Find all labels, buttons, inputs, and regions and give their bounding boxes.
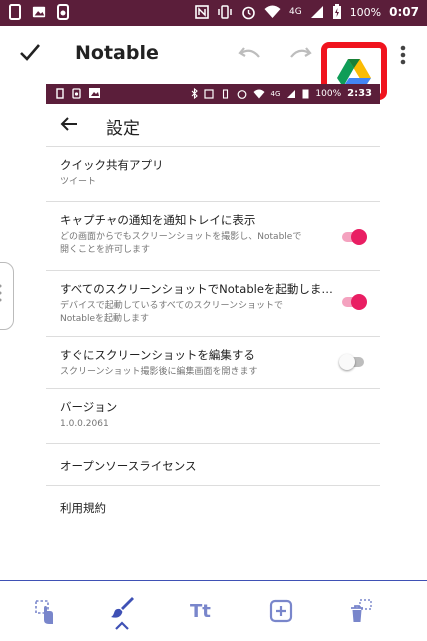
clock: 0:07 — [389, 5, 419, 19]
bottom-toolbar: Tt — [0, 580, 427, 641]
settings-item-launch-on-all-screenshots: すべてのスクリーンショットでNotableを起動しま… デバイスで起動しているす… — [46, 270, 380, 336]
image-icon — [32, 6, 46, 18]
settings-item-version: バージョン 1.0.0.2061 — [46, 388, 380, 443]
settings-item-quick-share: クイック共有アプリ ツイート — [46, 146, 380, 201]
settings-list: クイック共有アプリ ツイート キャプチャの通知を通知トレイに表示 どの画面からで… — [46, 146, 380, 527]
bluetooth-icon — [191, 88, 198, 99]
redo-icon[interactable] — [288, 44, 312, 64]
alarm-icon — [237, 89, 246, 99]
item-subtitle: デバイスで起動しているすべてのスクリーンショットで Notableを起動します — [60, 300, 366, 326]
crop-select-icon[interactable] — [34, 599, 58, 625]
network-type: 4G — [270, 89, 281, 98]
chevron-up-icon — [115, 621, 129, 630]
delete-icon[interactable] — [350, 599, 372, 623]
item-title: すべてのスクリーンショットでNotableを起動しま… — [60, 282, 333, 296]
capture-notification-toggle[interactable] — [342, 229, 367, 245]
item-subtitle: どの画面からでもスクリーンショットを撮影し、Notableで 開くことを許可します — [60, 231, 366, 257]
signal-icon — [287, 89, 296, 98]
nfc-icon — [203, 88, 214, 99]
crop-handle-left[interactable] — [0, 262, 14, 330]
signal-icon — [310, 6, 323, 18]
item-title: バージョン — [60, 400, 118, 414]
phone-icon — [56, 88, 64, 99]
settings-item-open-source-licenses: オープンソースライセンス — [46, 443, 380, 485]
launch-on-all-screenshots-toggle[interactable] — [342, 294, 367, 310]
settings-app-bar: 設定 — [46, 104, 380, 148]
subtitle-line-2: 開くことを許可します — [60, 245, 151, 255]
item-subtitle: ツイート — [60, 177, 97, 187]
item-title: すぐにスクリーンショットを編集する — [60, 348, 255, 362]
status-bar: 4G 100% 0:07 — [0, 0, 427, 26]
usb-icon — [72, 88, 81, 99]
check-icon[interactable] — [18, 40, 42, 64]
toggle-knob — [351, 229, 367, 245]
screenshot-preview: 4G 100% 2:33 設定 クイック共有アプリ ツイート キャプチャの通知を… — [46, 84, 380, 568]
battery-percent: 100% — [315, 88, 342, 99]
app-bar: Notable — [0, 26, 427, 100]
phone-icon — [9, 4, 21, 20]
nfc-icon — [195, 5, 209, 19]
wifi-icon — [253, 89, 264, 98]
drag-dots-icon — [0, 284, 2, 302]
brush-icon[interactable] — [110, 595, 134, 619]
inner-status-bar: 4G 100% 2:33 — [46, 84, 380, 104]
alarm-icon — [242, 6, 255, 19]
vibrate-icon — [218, 5, 232, 19]
add-box-icon[interactable] — [269, 599, 293, 623]
usb-icon — [57, 4, 69, 20]
more-options-icon[interactable] — [398, 44, 408, 66]
toggle-knob — [351, 294, 367, 310]
app-title: Notable — [75, 42, 159, 64]
vibrate-icon — [222, 88, 228, 99]
settings-item-edit-immediately: すぐにスクリーンショットを編集する スクリーンショット撮影後に編集画面を開きます — [46, 336, 380, 388]
toggle-knob — [339, 354, 355, 370]
item-title: 利用規約 — [60, 501, 106, 515]
item-title: クイック共有アプリ — [60, 158, 164, 172]
subtitle-line-1: デバイスで起動しているすべてのスクリーンショットで — [60, 301, 284, 311]
undo-icon[interactable] — [238, 44, 262, 64]
battery-percent: 100% — [349, 5, 382, 19]
clock: 2:33 — [347, 88, 372, 99]
item-title: オープンソースライセンス — [60, 459, 197, 473]
subtitle-line-2: Notableを起動します — [60, 314, 150, 324]
settings-title: 設定 — [106, 119, 140, 139]
back-arrow-icon — [60, 117, 77, 131]
text-tool-button[interactable]: Tt — [190, 601, 211, 622]
battery-icon — [302, 89, 309, 99]
edit-immediately-toggle[interactable] — [339, 354, 364, 370]
subtitle-line-1: どの画面からでもスクリーンショットを撮影し、Notableで — [60, 232, 302, 242]
network-type: 4G — [288, 7, 302, 17]
wifi-icon — [264, 5, 281, 18]
settings-item-terms: 利用規約 — [46, 485, 380, 527]
battery-icon — [332, 4, 341, 19]
item-subtitle: スクリーンショット撮影後に編集画面を開きます — [60, 367, 258, 377]
item-subtitle: 1.0.0.2061 — [60, 419, 109, 429]
item-title: キャプチャの通知を通知トレイに表示 — [60, 213, 256, 227]
settings-item-capture-notification: キャプチャの通知を通知トレイに表示 どの画面からでもスクリーンショットを撮影し、… — [46, 201, 380, 270]
image-icon — [89, 88, 100, 98]
